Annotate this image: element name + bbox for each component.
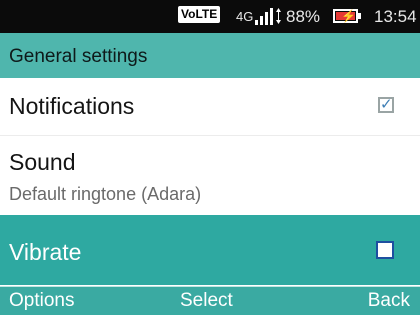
battery-percent: 88% [286, 7, 321, 26]
checkmark-icon: ✓ [380, 96, 393, 113]
setting-label: Vibrate [9, 239, 82, 265]
page-header: General settings [0, 33, 420, 78]
setting-label: Notifications [9, 93, 135, 119]
notifications-checkbox[interactable]: ✓ [378, 96, 394, 113]
setting-notifications[interactable]: Notifications ✓ [0, 78, 420, 135]
setting-label: Sound [9, 149, 76, 175]
data-activity-icon [276, 8, 281, 24]
vibrate-checkbox[interactable] [376, 241, 394, 259]
select-softkey[interactable]: Select [180, 290, 233, 312]
network-type: 4G [236, 9, 254, 24]
page-title: General settings [9, 46, 148, 67]
clock: 13:54 [374, 7, 417, 26]
setting-value: Default ringtone (Adara) [9, 184, 202, 204]
signal-strength-icon [255, 7, 273, 25]
options-softkey[interactable]: Options [9, 290, 74, 312]
volte-badge: VoLTE [178, 6, 221, 23]
setting-sound[interactable]: Sound Default ringtone (Adara) [0, 135, 420, 215]
back-softkey[interactable]: Back [368, 290, 410, 312]
status-bar: VoLTE 4G 88% ⚡ 13:54 [0, 0, 420, 33]
setting-vibrate[interactable]: Vibrate [0, 215, 420, 285]
battery-charging-icon: ⚡ [333, 9, 361, 23]
softkey-bar: Options Select Back [0, 286, 420, 315]
